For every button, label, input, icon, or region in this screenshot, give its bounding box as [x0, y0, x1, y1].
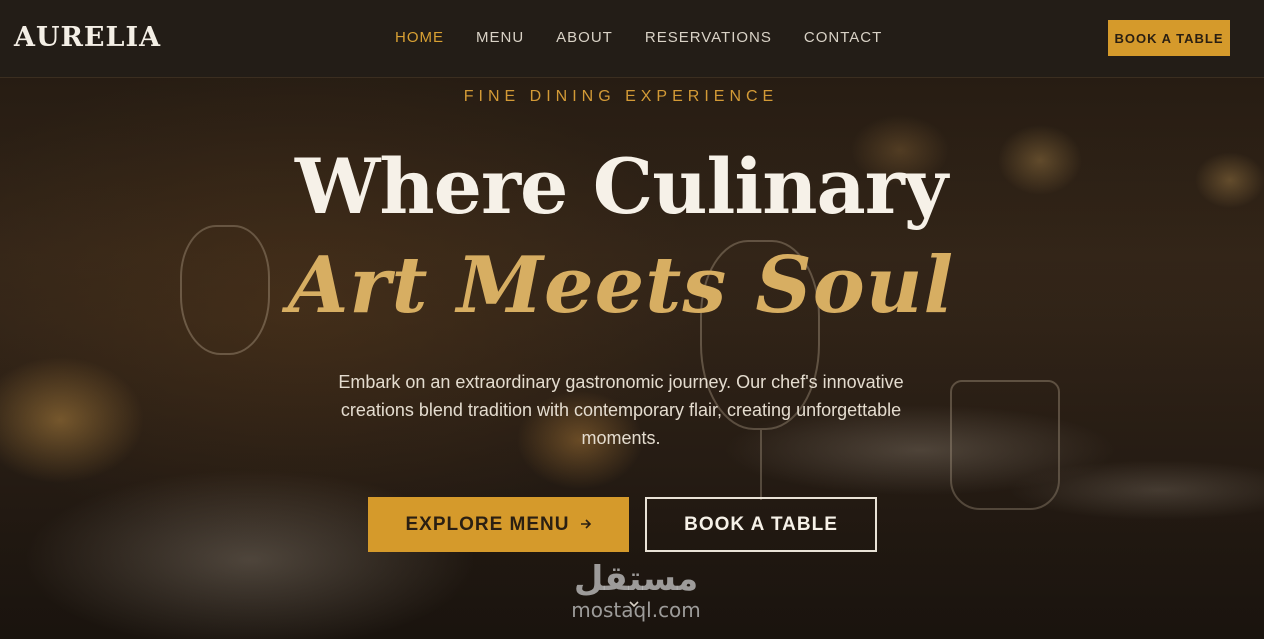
explore-menu-button[interactable]: EXPLORE MENU	[368, 497, 629, 552]
brand-logo[interactable]: AURELIA	[14, 22, 161, 53]
nav-links: HOME MENU ABOUT RESERVATIONS CONTACT	[395, 29, 914, 46]
nav-link-about[interactable]: ABOUT	[556, 29, 613, 46]
hero-title-line1: Where Culinary	[294, 142, 948, 231]
arrow-right-icon	[580, 514, 592, 536]
watermark: مستقل mostaql.com	[556, 560, 716, 622]
hero-title-line2: Art Meets Soul	[287, 240, 955, 331]
navbar: AURELIA HOME MENU ABOUT RESERVATIONS CON…	[0, 0, 1264, 78]
watermark-arabic: مستقل	[573, 559, 699, 599]
hero-lead-text: Embark on an extraordinary gastronomic j…	[338, 372, 904, 448]
nav-link-contact[interactable]: CONTACT	[804, 29, 882, 46]
nav-link-menu[interactable]: MENU	[476, 29, 524, 46]
book-table-hero-button[interactable]: BOOK A TABLE	[645, 497, 877, 552]
hero-eyebrow: FINE DINING EXPERIENCE	[463, 88, 779, 105]
nav-link-home[interactable]: HOME	[395, 29, 444, 46]
watermark-latin: mostaql.com	[571, 598, 701, 622]
explore-menu-label: EXPLORE MENU	[405, 513, 570, 535]
book-table-nav-button[interactable]: BOOK A TABLE	[1108, 20, 1230, 56]
nav-link-reservations[interactable]: RESERVATIONS	[645, 29, 772, 46]
